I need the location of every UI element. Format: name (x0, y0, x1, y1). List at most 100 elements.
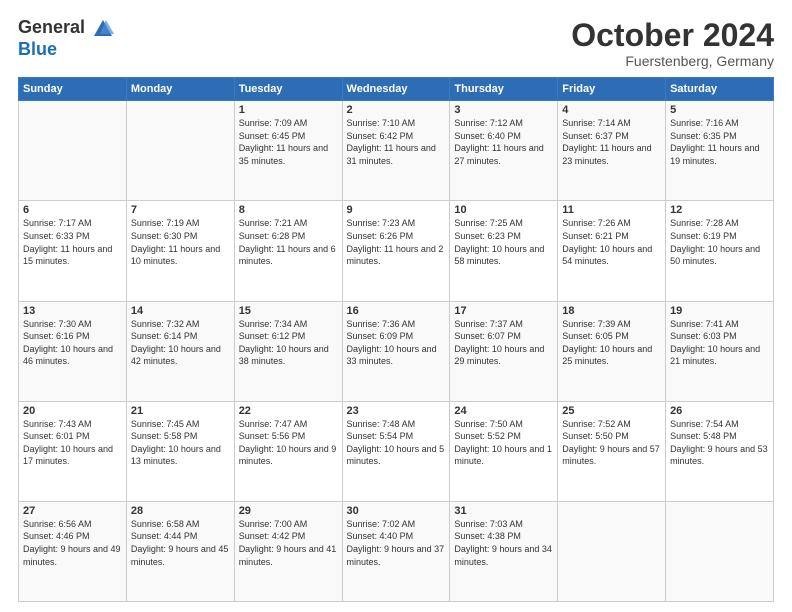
day-daylight: Daylight: 10 hours and 46 minutes. (23, 344, 113, 367)
day-sunset: Sunset: 6:19 PM (670, 231, 737, 241)
day-sunset: Sunset: 5:54 PM (347, 431, 414, 441)
day-sunrise: Sunrise: 7:10 AM (347, 118, 416, 128)
calendar-cell: 4 Sunrise: 7:14 AM Sunset: 6:37 PM Dayli… (558, 101, 666, 201)
day-daylight: Daylight: 10 hours and 13 minutes. (131, 444, 221, 467)
day-daylight: Daylight: 10 hours and 9 minutes. (239, 444, 337, 467)
day-daylight: Daylight: 9 hours and 37 minutes. (347, 544, 445, 567)
day-sunset: Sunset: 6:01 PM (23, 431, 90, 441)
day-number: 9 (347, 204, 446, 216)
day-number: 16 (347, 305, 446, 317)
calendar-week-row: 27 Sunrise: 6:56 AM Sunset: 4:46 PM Dayl… (19, 501, 774, 601)
calendar-cell: 23 Sunrise: 7:48 AM Sunset: 5:54 PM Dayl… (342, 401, 450, 501)
day-sunset: Sunset: 6:40 PM (454, 131, 521, 141)
day-number: 2 (347, 104, 446, 116)
day-sunset: Sunset: 6:05 PM (562, 331, 629, 341)
day-sunrise: Sunrise: 7:50 AM (454, 419, 523, 429)
day-number: 29 (239, 505, 338, 517)
day-sunset: Sunset: 4:42 PM (239, 531, 306, 541)
day-daylight: Daylight: 10 hours and 17 minutes. (23, 444, 113, 467)
calendar-cell: 21 Sunrise: 7:45 AM Sunset: 5:58 PM Dayl… (126, 401, 234, 501)
day-sunrise: Sunrise: 7:16 AM (670, 118, 739, 128)
calendar-cell: 19 Sunrise: 7:41 AM Sunset: 6:03 PM Dayl… (666, 301, 774, 401)
day-sunrise: Sunrise: 6:56 AM (23, 519, 92, 529)
day-sunrise: Sunrise: 7:54 AM (670, 419, 739, 429)
page: General Blue October 2024 Fuerstenberg, … (0, 0, 792, 612)
day-sunrise: Sunrise: 7:47 AM (239, 419, 308, 429)
calendar-cell: 10 Sunrise: 7:25 AM Sunset: 6:23 PM Dayl… (450, 201, 558, 301)
calendar-cell: 5 Sunrise: 7:16 AM Sunset: 6:35 PM Dayli… (666, 101, 774, 201)
calendar-cell: 15 Sunrise: 7:34 AM Sunset: 6:12 PM Dayl… (234, 301, 342, 401)
day-daylight: Daylight: 10 hours and 25 minutes. (562, 344, 652, 367)
calendar-cell: 18 Sunrise: 7:39 AM Sunset: 6:05 PM Dayl… (558, 301, 666, 401)
day-sunset: Sunset: 4:44 PM (131, 531, 198, 541)
calendar-table: Sunday Monday Tuesday Wednesday Thursday… (18, 77, 774, 602)
day-sunrise: Sunrise: 7:34 AM (239, 319, 308, 329)
header-tuesday: Tuesday (234, 78, 342, 101)
day-sunset: Sunset: 6:28 PM (239, 231, 306, 241)
header-saturday: Saturday (666, 78, 774, 101)
calendar-cell (666, 501, 774, 601)
calendar-week-row: 1 Sunrise: 7:09 AM Sunset: 6:45 PM Dayli… (19, 101, 774, 201)
day-sunset: Sunset: 5:48 PM (670, 431, 737, 441)
day-sunset: Sunset: 6:14 PM (131, 331, 198, 341)
day-daylight: Daylight: 11 hours and 35 minutes. (239, 143, 328, 166)
day-number: 17 (454, 305, 553, 317)
day-daylight: Daylight: 10 hours and 5 minutes. (347, 444, 445, 467)
day-sunset: Sunset: 6:09 PM (347, 331, 414, 341)
calendar-cell: 11 Sunrise: 7:26 AM Sunset: 6:21 PM Dayl… (558, 201, 666, 301)
calendar-cell: 16 Sunrise: 7:36 AM Sunset: 6:09 PM Dayl… (342, 301, 450, 401)
day-sunrise: Sunrise: 7:37 AM (454, 319, 523, 329)
day-sunset: Sunset: 6:45 PM (239, 131, 306, 141)
day-sunrise: Sunrise: 6:58 AM (131, 519, 200, 529)
day-daylight: Daylight: 10 hours and 1 minute. (454, 444, 552, 467)
day-sunrise: Sunrise: 7:26 AM (562, 218, 631, 228)
day-number: 7 (131, 204, 230, 216)
header: General Blue October 2024 Fuerstenberg, … (18, 18, 774, 69)
day-sunset: Sunset: 4:40 PM (347, 531, 414, 541)
calendar-week-row: 20 Sunrise: 7:43 AM Sunset: 6:01 PM Dayl… (19, 401, 774, 501)
day-sunrise: Sunrise: 7:19 AM (131, 218, 200, 228)
day-number: 1 (239, 104, 338, 116)
title-block: October 2024 Fuerstenberg, Germany (571, 18, 774, 69)
day-sunrise: Sunrise: 7:02 AM (347, 519, 416, 529)
calendar-cell (19, 101, 127, 201)
day-sunrise: Sunrise: 7:52 AM (562, 419, 631, 429)
header-thursday: Thursday (450, 78, 558, 101)
day-sunset: Sunset: 6:16 PM (23, 331, 90, 341)
calendar-cell: 25 Sunrise: 7:52 AM Sunset: 5:50 PM Dayl… (558, 401, 666, 501)
calendar-cell: 30 Sunrise: 7:02 AM Sunset: 4:40 PM Dayl… (342, 501, 450, 601)
day-sunrise: Sunrise: 7:32 AM (131, 319, 200, 329)
day-number: 5 (670, 104, 769, 116)
calendar-cell: 28 Sunrise: 6:58 AM Sunset: 4:44 PM Dayl… (126, 501, 234, 601)
day-number: 30 (347, 505, 446, 517)
day-sunrise: Sunrise: 7:12 AM (454, 118, 523, 128)
header-wednesday: Wednesday (342, 78, 450, 101)
calendar-cell: 8 Sunrise: 7:21 AM Sunset: 6:28 PM Dayli… (234, 201, 342, 301)
day-daylight: Daylight: 9 hours and 34 minutes. (454, 544, 552, 567)
day-daylight: Daylight: 10 hours and 33 minutes. (347, 344, 437, 367)
calendar-title: October 2024 (571, 18, 774, 53)
day-number: 15 (239, 305, 338, 317)
day-sunset: Sunset: 6:21 PM (562, 231, 629, 241)
calendar-cell: 31 Sunrise: 7:03 AM Sunset: 4:38 PM Dayl… (450, 501, 558, 601)
calendar-cell: 14 Sunrise: 7:32 AM Sunset: 6:14 PM Dayl… (126, 301, 234, 401)
day-daylight: Daylight: 11 hours and 27 minutes. (454, 143, 543, 166)
day-sunset: Sunset: 6:12 PM (239, 331, 306, 341)
logo: General Blue (18, 18, 114, 58)
day-number: 14 (131, 305, 230, 317)
calendar-week-row: 13 Sunrise: 7:30 AM Sunset: 6:16 PM Dayl… (19, 301, 774, 401)
day-sunset: Sunset: 5:50 PM (562, 431, 629, 441)
day-daylight: Daylight: 10 hours and 29 minutes. (454, 344, 544, 367)
day-number: 31 (454, 505, 553, 517)
day-daylight: Daylight: 11 hours and 6 minutes. (239, 244, 336, 267)
day-number: 20 (23, 405, 122, 417)
day-sunset: Sunset: 6:35 PM (670, 131, 737, 141)
day-daylight: Daylight: 11 hours and 31 minutes. (347, 143, 436, 166)
day-daylight: Daylight: 9 hours and 57 minutes. (562, 444, 660, 467)
day-number: 6 (23, 204, 122, 216)
calendar-cell: 22 Sunrise: 7:47 AM Sunset: 5:56 PM Dayl… (234, 401, 342, 501)
day-number: 22 (239, 405, 338, 417)
day-number: 13 (23, 305, 122, 317)
day-daylight: Daylight: 11 hours and 10 minutes. (131, 244, 220, 267)
calendar-cell (126, 101, 234, 201)
